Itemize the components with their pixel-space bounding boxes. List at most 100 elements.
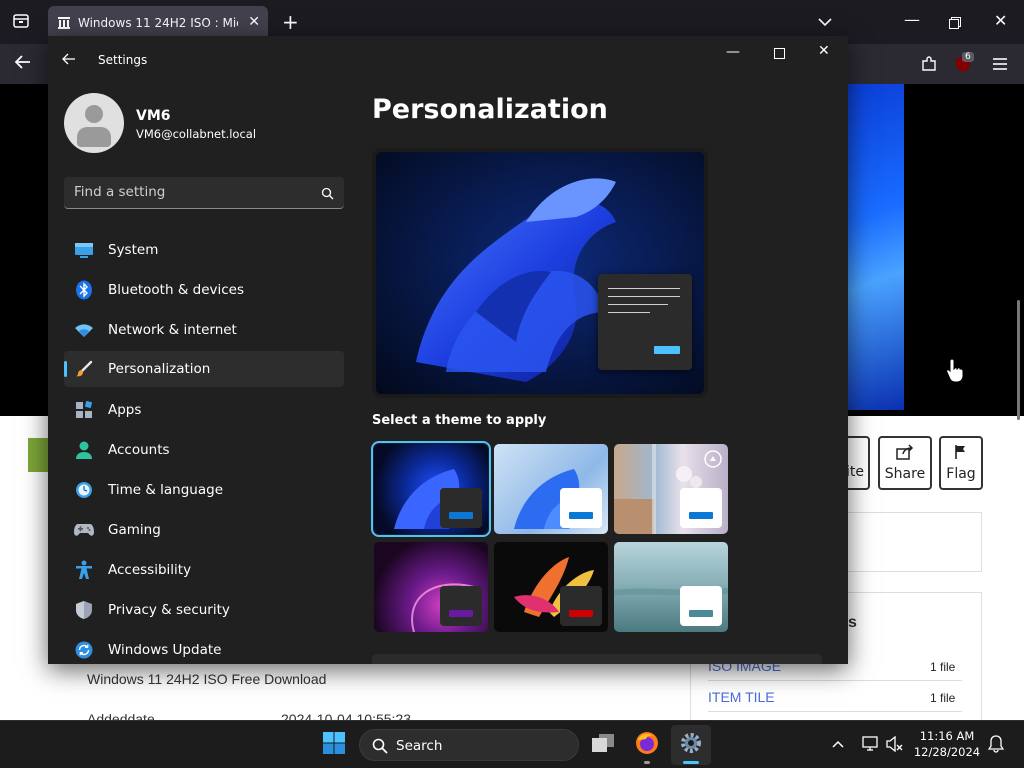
hero-image — [846, 84, 904, 410]
browser-tab[interactable]: Windows 11 24H2 ISO : Microso ✕ — [48, 6, 268, 40]
flag-label: Flag — [946, 466, 976, 482]
bluetooth-icon — [74, 280, 94, 300]
settings-card-partial[interactable] — [372, 654, 822, 664]
nav-item-gaming[interactable]: Gaming — [64, 512, 344, 548]
download-options-heading: s — [848, 614, 857, 631]
menu-hamburger-icon[interactable] — [992, 56, 1008, 75]
settings-search — [64, 177, 344, 209]
list-tabs-chevron-down-icon[interactable] — [818, 12, 832, 31]
reviews-box — [840, 512, 982, 572]
nav-label: Network & internet — [108, 322, 237, 338]
firefox-icon — [635, 731, 659, 759]
avatar[interactable] — [64, 93, 124, 153]
theme-tile-flow[interactable] — [614, 542, 728, 632]
theme-preview-window — [440, 488, 482, 528]
extensions-icon[interactable] — [920, 55, 938, 77]
nav-label: Bluetooth & devices — [108, 282, 245, 298]
user-icon — [85, 105, 103, 123]
user-name: VM6 — [136, 108, 171, 124]
search-icon[interactable] — [321, 185, 334, 204]
notifications-bell-icon[interactable] — [987, 735, 1005, 756]
theme-tile-windows-dark[interactable] — [371, 441, 491, 537]
share-icon — [896, 444, 914, 464]
clock-time: 11:16 AM — [919, 729, 975, 743]
divider — [708, 680, 962, 681]
nav-item-system[interactable]: System — [64, 232, 344, 268]
site-logo[interactable] — [28, 438, 50, 472]
close-tab-icon[interactable]: ✕ — [248, 14, 260, 30]
new-tab-icon[interactable]: + — [282, 10, 299, 34]
show-hidden-icons-chevron-up-icon[interactable] — [832, 737, 844, 751]
page-scrollbar[interactable] — [1017, 300, 1020, 420]
theme-preview-window — [560, 488, 602, 528]
theme-preview-window — [680, 488, 722, 528]
settings-window-title: Settings — [98, 53, 148, 67]
theme-preview — [372, 148, 708, 398]
nav-item-network[interactable]: Network & internet — [64, 312, 344, 348]
extension-badge: 6 — [962, 52, 974, 62]
start-button[interactable] — [314, 725, 354, 765]
nav-label: Accounts — [108, 442, 170, 458]
shield-icon — [74, 600, 94, 620]
settings-maximize-icon[interactable] — [774, 47, 785, 63]
description-title: Windows 11 24H2 ISO Free Download — [87, 671, 327, 687]
settings-search-input[interactable] — [74, 177, 314, 207]
nav-item-personalization[interactable]: Personalization — [64, 351, 344, 387]
theme-tile-windows-spotlight[interactable] — [614, 444, 728, 534]
theme-tile-captured-motion[interactable] — [494, 542, 608, 632]
nav-label: Gaming — [108, 522, 161, 538]
time-language-icon — [74, 480, 94, 500]
nav-item-bluetooth[interactable]: Bluetooth & devices — [64, 272, 344, 308]
settings-window: Settings — ✕ VM6 VM6@collabnet.local Sys… — [48, 36, 848, 664]
volume-muted-icon[interactable] — [886, 735, 904, 755]
theme-tile-glow[interactable] — [374, 542, 488, 632]
mouse-cursor-hand-icon — [946, 358, 964, 386]
theme-tile-windows-light[interactable] — [494, 444, 608, 534]
nav-item-time-language[interactable]: Time & language — [64, 472, 344, 508]
back-arrow-icon[interactable] — [14, 54, 32, 74]
taskbar-clock[interactable]: 11:16 AM 12/28/2024 — [912, 728, 982, 760]
browser-minimize-icon[interactable]: — — [904, 10, 920, 29]
nav-label: Accessibility — [108, 562, 192, 578]
settings-title-bar[interactable]: Settings — ✕ — [48, 36, 848, 84]
network-monitor-icon[interactable] — [862, 736, 880, 755]
browser-close-icon[interactable]: ✕ — [994, 11, 1007, 30]
user-email: VM6@collabnet.local — [136, 127, 257, 141]
windows-logo-icon — [322, 731, 346, 759]
share-button[interactable]: Share — [878, 436, 932, 490]
theme-section-label: Select a theme to apply — [372, 413, 547, 428]
nav-item-apps[interactable]: Apps — [64, 392, 344, 428]
taskbar-settings[interactable] — [671, 725, 711, 765]
tab-overview-icon[interactable] — [12, 12, 30, 34]
nav-item-accessibility[interactable]: Accessibility — [64, 552, 344, 588]
back-arrow-icon[interactable] — [62, 50, 76, 69]
taskbar-search[interactable]: Search — [359, 729, 579, 761]
browser-restore-icon[interactable] — [949, 14, 961, 33]
flag-button[interactable]: Flag — [939, 436, 983, 490]
preview-window — [598, 274, 692, 370]
taskbar-firefox[interactable] — [627, 725, 667, 765]
task-view-button[interactable] — [583, 725, 623, 765]
download-count-item-tile: 1 file — [930, 691, 956, 705]
nav-label: Time & language — [108, 482, 224, 498]
nav-item-privacy-security[interactable]: Privacy & security — [64, 592, 344, 628]
settings-minimize-icon[interactable]: — — [726, 44, 740, 60]
search-icon — [372, 738, 388, 758]
nav-item-windows-update[interactable]: Windows Update — [64, 632, 344, 664]
settings-close-icon[interactable]: ✕ — [818, 43, 830, 59]
apps-icon — [74, 400, 94, 420]
archive-favicon-icon — [56, 15, 72, 31]
gaming-icon — [74, 520, 94, 540]
download-link-item-tile[interactable]: ITEM TILE — [708, 689, 775, 705]
nav-label: Privacy & security — [108, 602, 230, 618]
nav-item-accounts[interactable]: Accounts — [64, 432, 344, 468]
share-label: Share — [884, 466, 926, 482]
nav-label: Windows Update — [108, 642, 222, 658]
accounts-icon — [74, 440, 94, 460]
network-icon — [74, 320, 94, 340]
clock-date: 12/28/2024 — [913, 745, 981, 759]
nav-label: System — [108, 242, 159, 258]
browser-tab-title: Windows 11 24H2 ISO : Microso — [78, 16, 238, 30]
task-view-icon — [591, 733, 615, 757]
theme-preview-window — [440, 586, 482, 626]
